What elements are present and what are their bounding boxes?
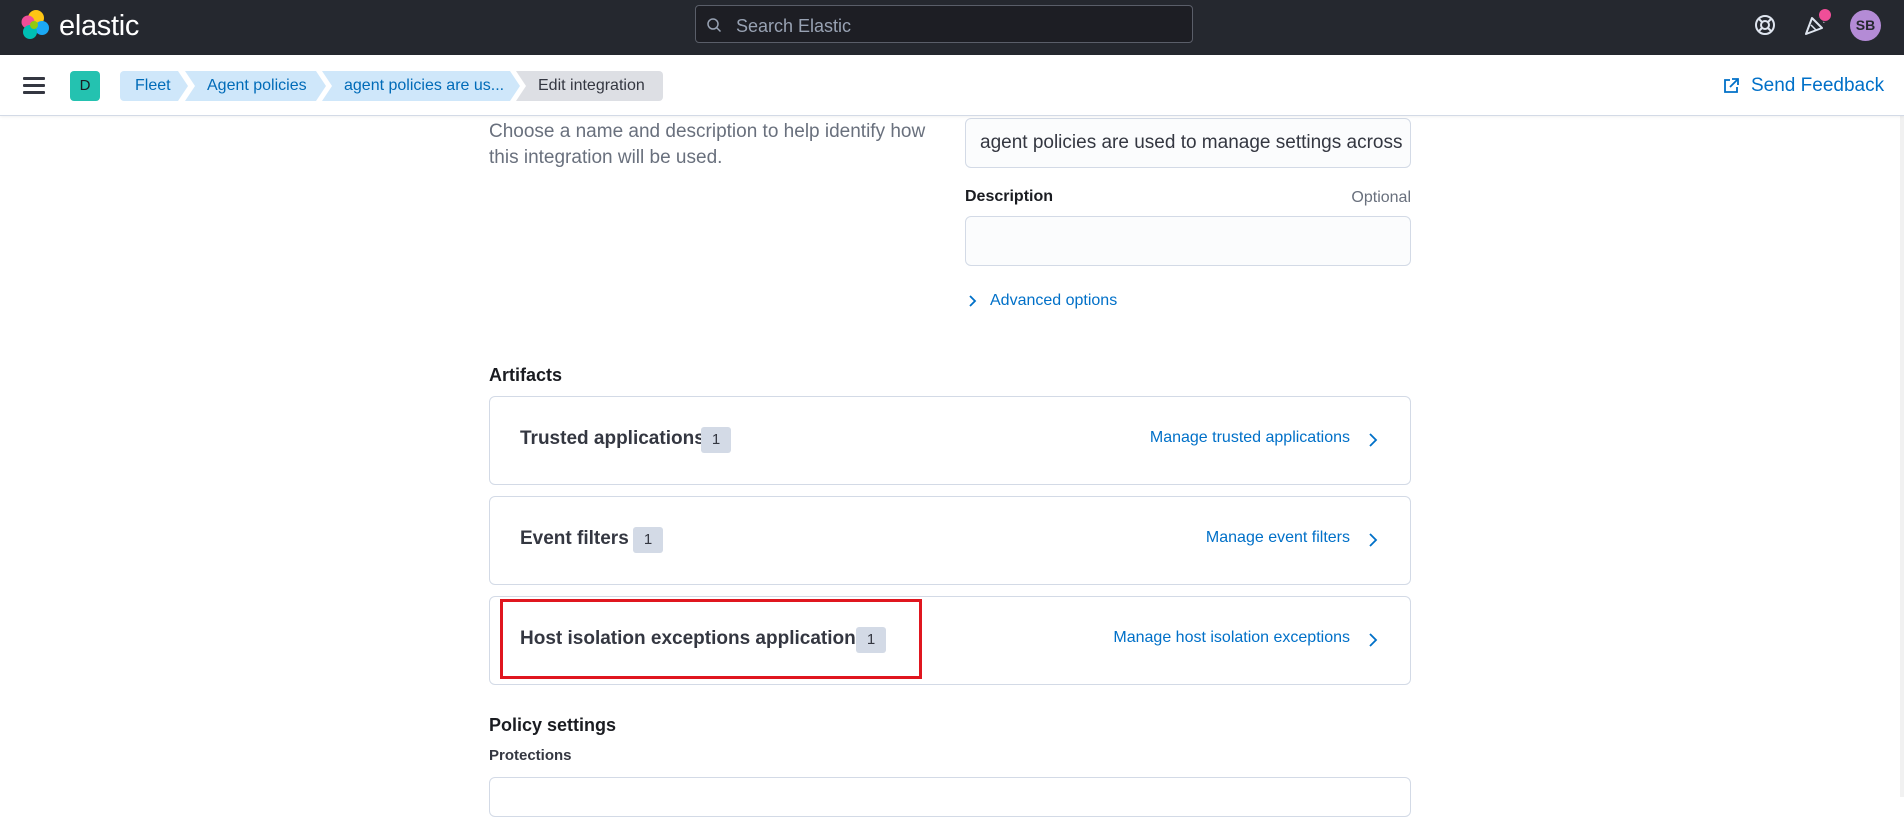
logo-text[interactable]: elastic <box>59 11 139 41</box>
elastic-logo-icon[interactable] <box>19 9 51 41</box>
integration-help-text: Choose a name and description to help id… <box>489 121 926 168</box>
manage-trusted-applications-link[interactable]: Manage trusted applications <box>1150 429 1350 447</box>
send-feedback-label: Send Feedback <box>1751 75 1885 96</box>
description-optional-label: Optional <box>1351 189 1411 206</box>
integration-name-field[interactable]: agent policies are used to manage settin… <box>965 118 1411 168</box>
protections-card <box>489 777 1411 817</box>
help-icon[interactable] <box>1752 12 1778 38</box>
space-avatar[interactable]: D <box>70 71 100 101</box>
advanced-options-label: Advanced options <box>990 292 1118 309</box>
notification-dot <box>1818 8 1832 22</box>
breadcrumb-agent-policies[interactable]: Agent policies <box>185 71 326 101</box>
search-input[interactable]: Search Elastic <box>695 5 1193 43</box>
event-filters-card: Event filters 1 Manage event filters <box>489 496 1411 585</box>
breadcrumb-edit-integration: Edit integration <box>516 71 663 101</box>
external-link-icon <box>1724 78 1739 93</box>
scrollbar[interactable] <box>1900 116 1904 797</box>
integration-name-value: agent policies are used to manage settin… <box>980 132 1403 153</box>
trusted-applications-card: Trusted applications 1 Manage trusted ap… <box>489 396 1411 485</box>
breadcrumb-bar: D Fleet Agent policies agent policies ar… <box>0 55 1904 116</box>
manage-event-filters-link[interactable]: Manage event filters <box>1206 529 1350 547</box>
menu-icon[interactable] <box>23 75 47 97</box>
count-badge: 1 <box>633 527 663 553</box>
user-avatar[interactable]: SB <box>1850 10 1881 41</box>
artifacts-title: Artifacts <box>489 365 563 385</box>
search-placeholder: Search Elastic <box>736 16 852 36</box>
chevron-right-icon[interactable] <box>1366 431 1380 449</box>
chevron-right-icon[interactable] <box>1366 531 1380 549</box>
breadcrumb-fleet[interactable]: Fleet <box>120 71 188 101</box>
description-field[interactable] <box>965 216 1411 266</box>
top-header: elastic Search Elastic SB <box>0 0 1904 55</box>
protections-label: Protections <box>489 747 572 764</box>
card-title: Trusted applications <box>520 428 705 449</box>
search-icon <box>707 18 722 33</box>
card-title: Event filters <box>520 528 629 549</box>
policy-settings-title: Policy settings <box>489 715 617 735</box>
highlight-annotation <box>500 599 922 679</box>
chevron-right-icon <box>969 295 977 307</box>
manage-host-isolation-exceptions-link[interactable]: Manage host isolation exceptions <box>1113 629 1350 647</box>
description-label: Description <box>965 188 1054 205</box>
count-badge: 1 <box>701 427 731 453</box>
chevron-right-icon[interactable] <box>1366 631 1380 649</box>
breadcrumb-policy[interactable]: agent policies are us... <box>322 71 520 101</box>
